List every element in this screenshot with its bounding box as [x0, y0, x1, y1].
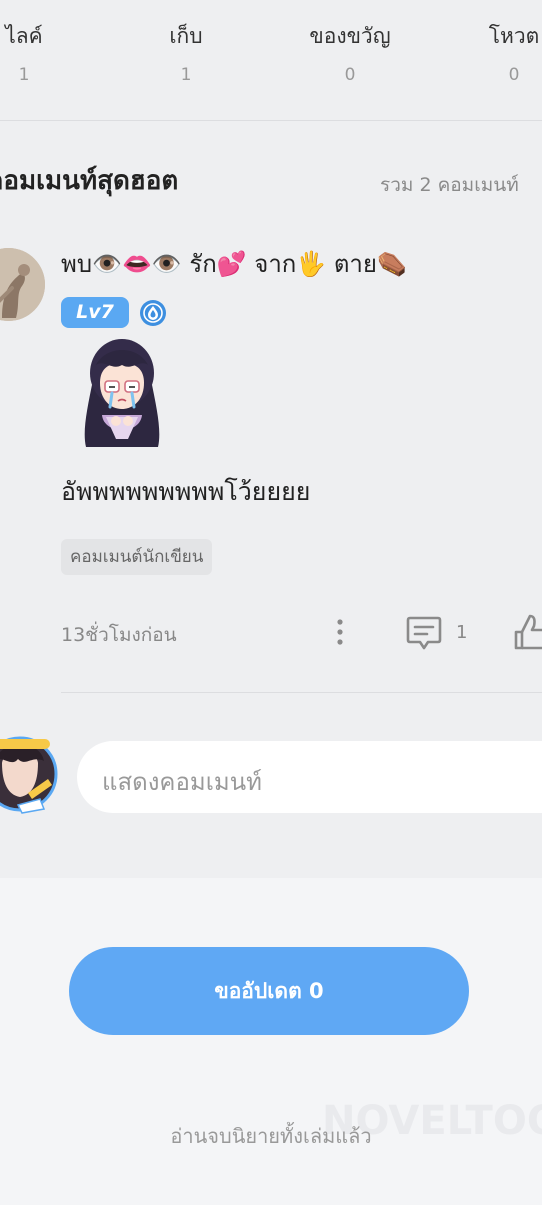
stat-count: 1 — [180, 65, 192, 85]
stat-gift[interactable]: ของขวัญ 0 — [290, 20, 410, 85]
stat-count: 0 — [344, 65, 356, 85]
commenter-name[interactable]: พบ👁️👄👁️ รัก💕 จาก🖐️ ตาย⚰️ — [61, 244, 407, 283]
comment-timestamp: 13ชั่วโมงก่อน — [61, 624, 177, 646]
stat-label: โหวต — [488, 24, 540, 48]
stats-bar: ไลค์ 1 เก็บ 1 ของขวัญ 0 โหวต 0 — [0, 0, 542, 121]
stat-label: ไลค์ — [5, 24, 43, 48]
stat-count: 0 — [508, 65, 520, 85]
anime-sticker — [76, 335, 168, 451]
comments-section: ไลค์ 1 เก็บ 1 ของขวัญ 0 โหวต 0 คอมเมนท์ส… — [0, 0, 542, 878]
stat-vote[interactable]: โหวต 0 — [454, 20, 542, 85]
stat-label: ของขวัญ — [309, 24, 391, 48]
stat-collect[interactable]: เก็บ 1 — [126, 20, 246, 85]
author-comment-tag: คอมเมนต์นักเขียน — [61, 539, 213, 575]
like-icon[interactable] — [512, 612, 542, 652]
user-avatar[interactable] — [0, 733, 58, 815]
verified-author-icon — [139, 299, 167, 327]
request-update-button[interactable]: ขออัปเดต 0 — [69, 947, 469, 1035]
comment-body: อัพพพพพพพพพโว้ยยยย — [61, 477, 311, 506]
total-comments-link[interactable]: รวม 2 คอมเมนท์ — [380, 170, 519, 200]
comment-input-placeholder: แสดงคอมเมนท์ — [102, 768, 262, 796]
stat-label: เก็บ — [169, 24, 203, 48]
more-options-icon[interactable] — [330, 616, 350, 648]
divider — [61, 692, 542, 693]
hot-comments-title: คอมเมนท์สุดฮอต — [0, 166, 179, 196]
stat-count: 1 — [18, 65, 30, 85]
commenter-avatar[interactable] — [0, 248, 45, 321]
comment-input[interactable]: แสดงคอมเมนท์ — [77, 741, 542, 813]
reply-icon[interactable] — [404, 613, 444, 653]
level-badge: Lv7 — [61, 297, 129, 328]
finished-reading-text: อ่านจบนิยายทั้งเล่มแล้ว — [170, 1124, 372, 1148]
reply-count: 1 — [456, 622, 468, 643]
stat-like[interactable]: ไลค์ 1 — [0, 20, 84, 85]
